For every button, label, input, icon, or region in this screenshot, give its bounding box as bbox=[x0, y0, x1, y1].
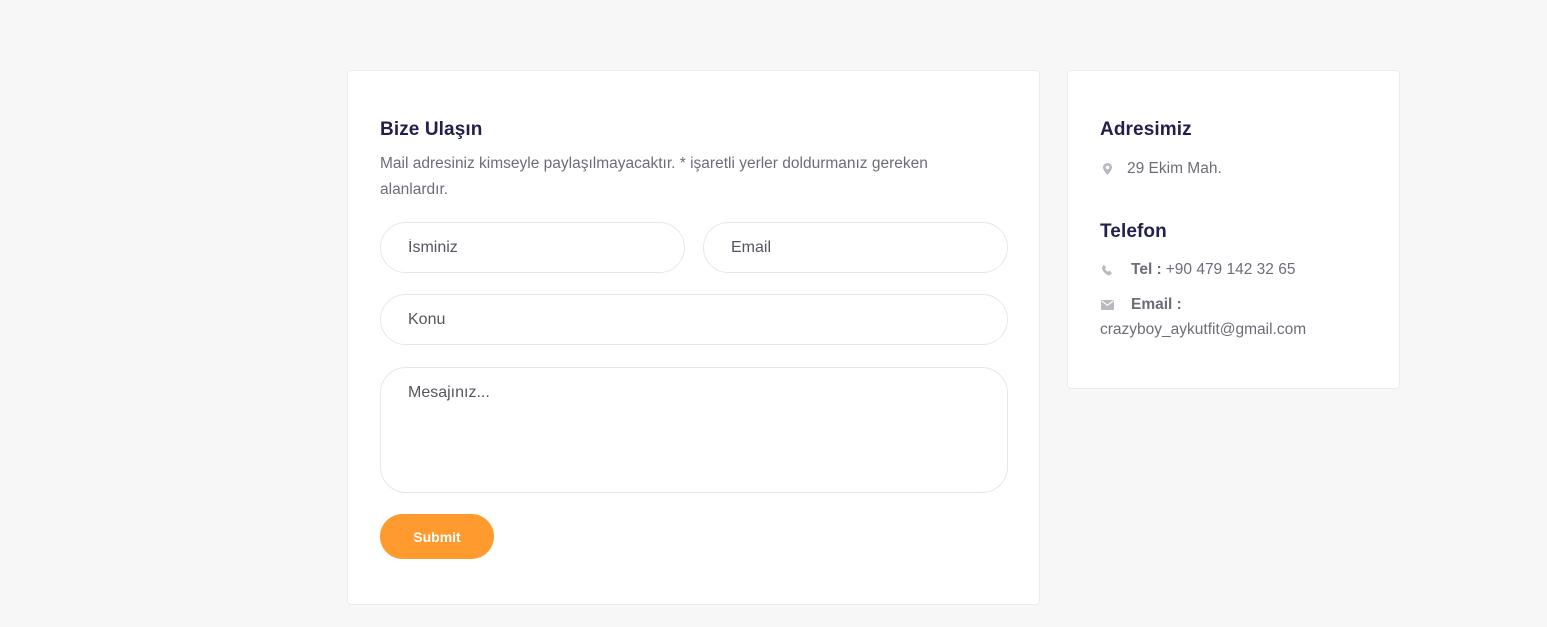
address-row: 29 Ekim Mah. bbox=[1100, 160, 1222, 178]
email-label: Email : bbox=[1131, 296, 1182, 313]
name-input[interactable] bbox=[380, 222, 685, 273]
tel-value: +90 479 142 32 65 bbox=[1165, 261, 1296, 278]
message-textarea[interactable] bbox=[380, 367, 1008, 493]
tel-label: Tel : bbox=[1131, 261, 1162, 278]
address-text: 29 Ekim Mah. bbox=[1127, 160, 1222, 177]
phone-icon bbox=[1100, 263, 1115, 278]
email-row: Email : bbox=[1100, 296, 1186, 314]
email-input[interactable] bbox=[703, 222, 1008, 273]
email-value[interactable]: crazyboy_aykutfit@gmail.com bbox=[1100, 321, 1306, 339]
contact-form-card: Bize Ulaşın Mail adresiniz kimseyle payl… bbox=[347, 70, 1040, 605]
envelope-icon bbox=[1100, 298, 1115, 313]
contact-info-card: Adresimiz 29 Ekim Mah. Telefon Tel : +90… bbox=[1067, 70, 1400, 389]
form-description: Mail adresiniz kimseyle paylaşılmayacakt… bbox=[380, 155, 928, 198]
subject-input[interactable] bbox=[380, 294, 1008, 345]
map-marker-icon bbox=[1100, 162, 1115, 177]
address-title: Adresimiz bbox=[1100, 119, 1192, 140]
phone-title: Telefon bbox=[1100, 221, 1167, 242]
form-title: Bize Ulaşın bbox=[380, 119, 483, 140]
tel-row: Tel : +90 479 142 32 65 bbox=[1100, 261, 1295, 279]
submit-button[interactable]: Submit bbox=[380, 514, 494, 559]
